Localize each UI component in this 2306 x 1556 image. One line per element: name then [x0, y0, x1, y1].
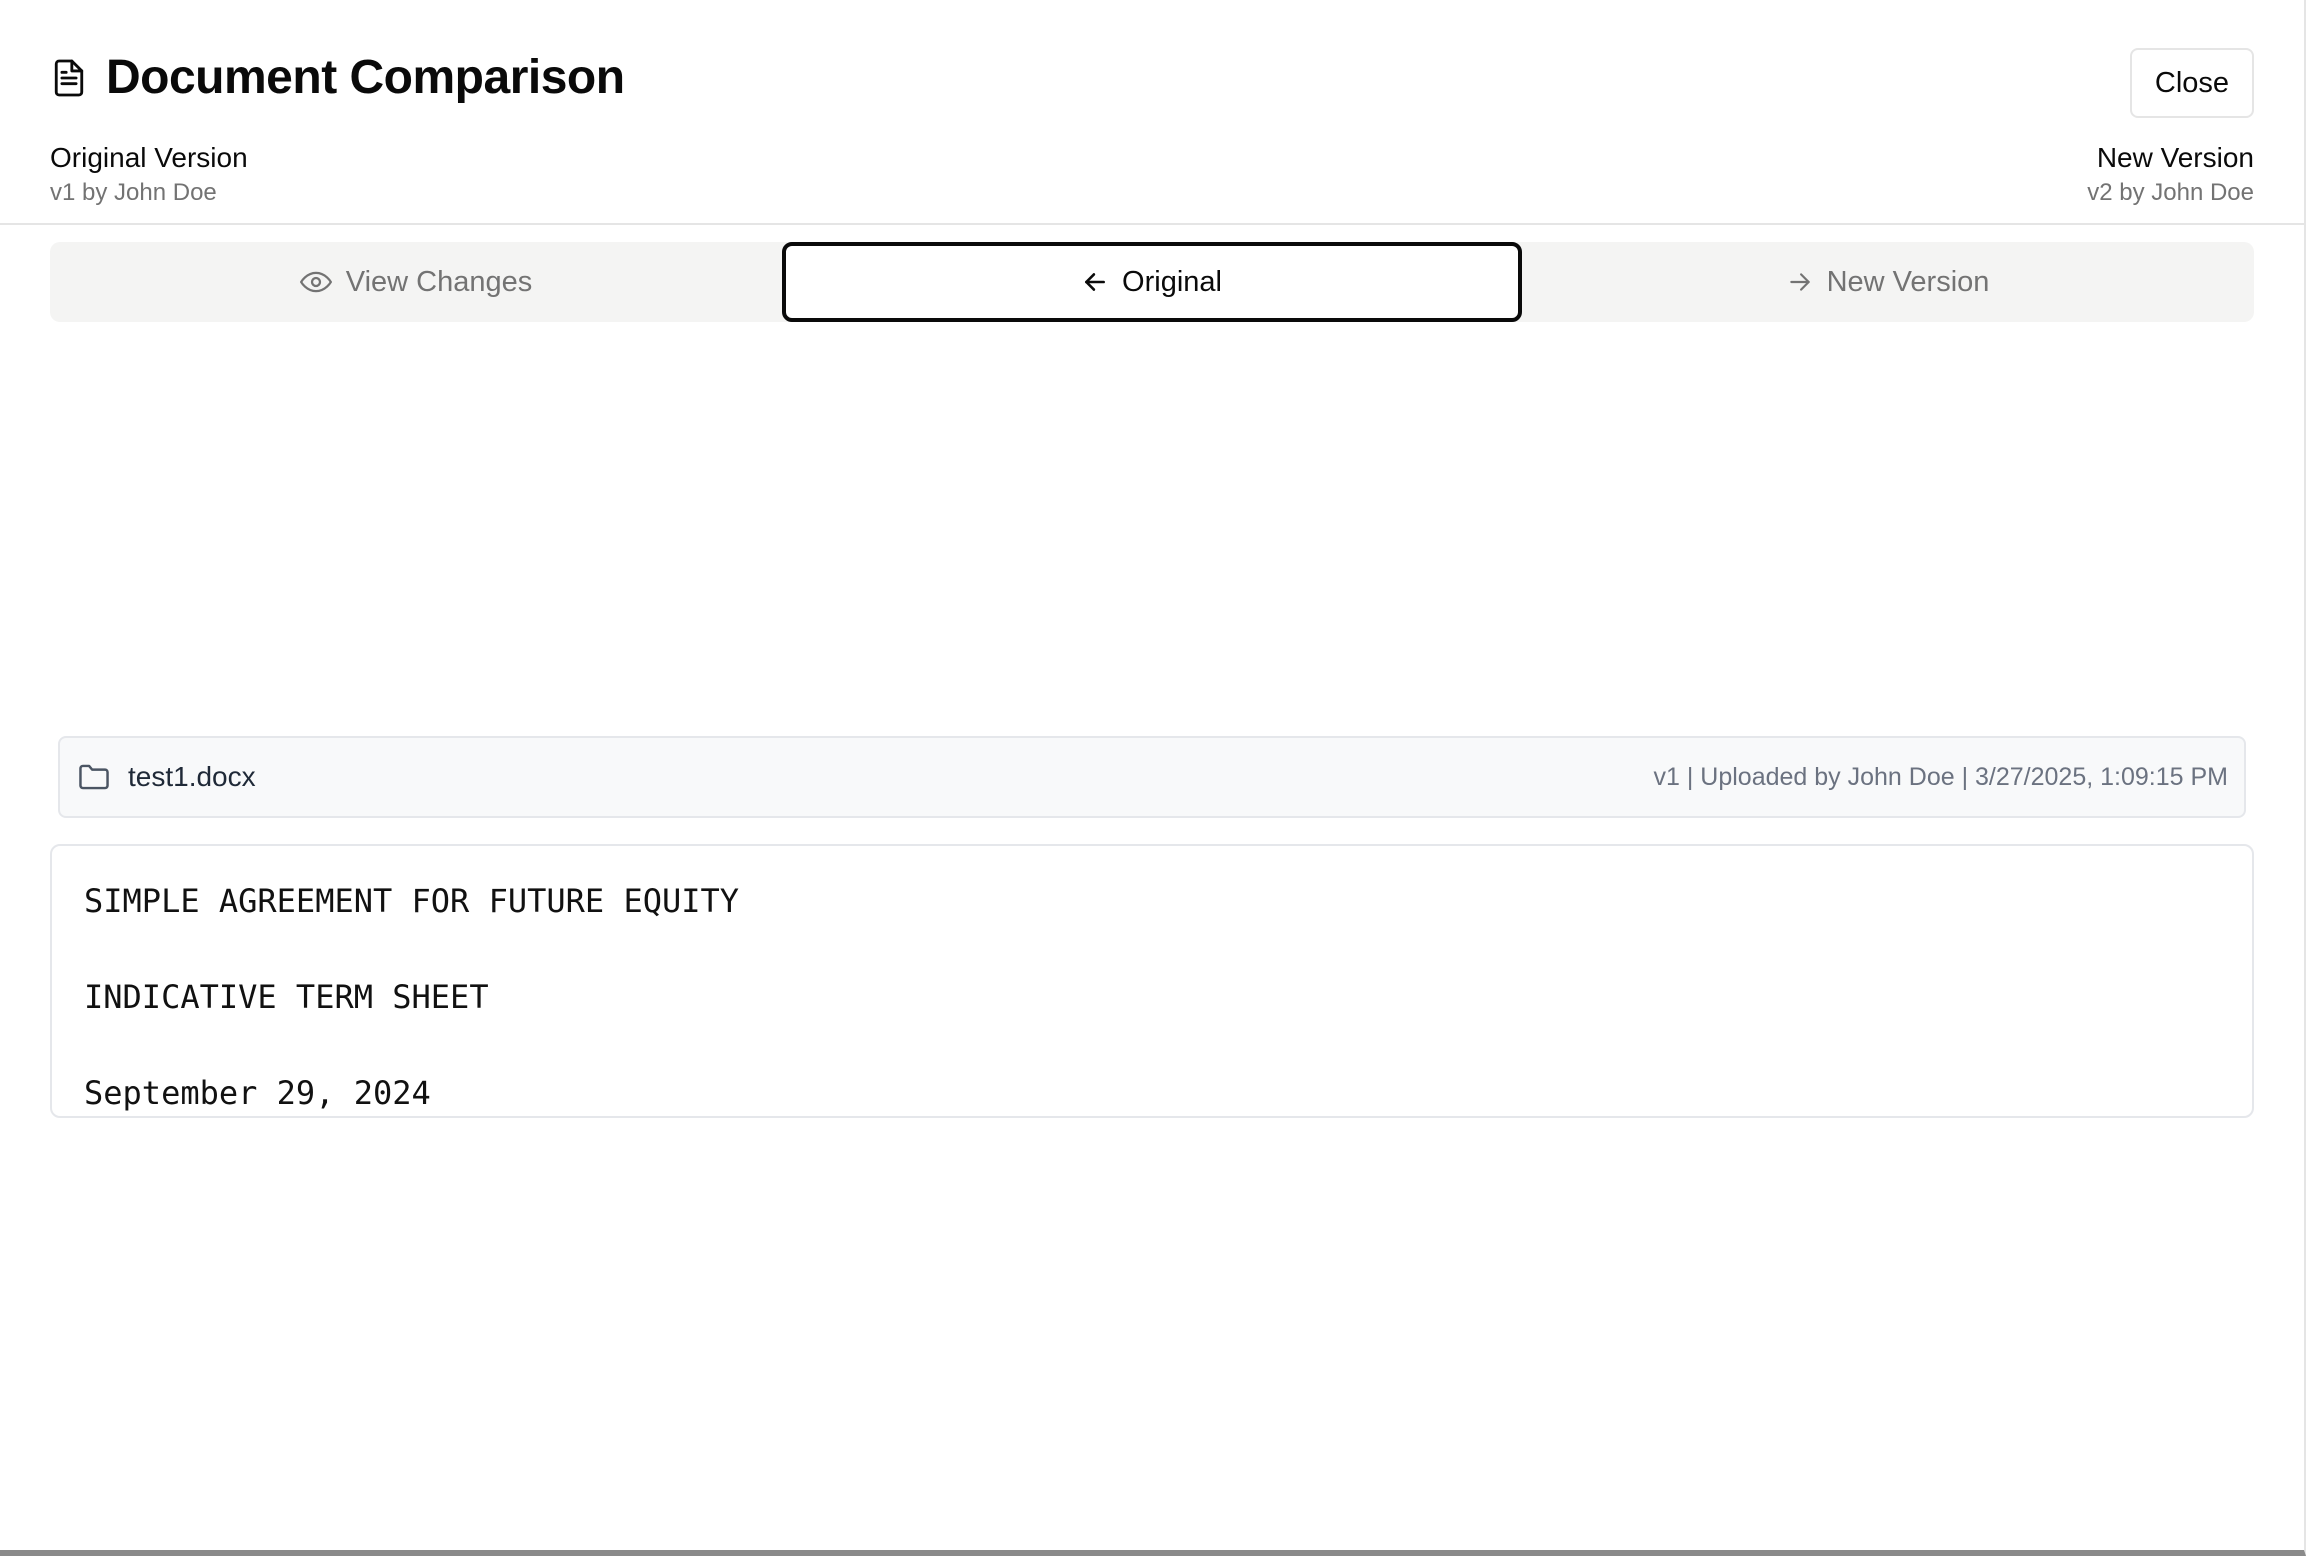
title-row: Document Comparison — [50, 50, 625, 105]
original-version-info: Original Version v1 by John Doe — [50, 140, 248, 210]
tab-view-changes[interactable]: View Changes — [50, 242, 782, 322]
tab-original-label: Original — [1122, 265, 1222, 298]
document-line: INDICATIVE TERM SHEET — [84, 978, 489, 1016]
close-button[interactable]: Close — [2130, 48, 2254, 118]
tab-original[interactable]: Original — [782, 242, 1522, 322]
new-version-author: v2 by John Doe — [2087, 179, 2254, 206]
arrow-left-icon — [1082, 269, 1108, 295]
file-info-bar: test1.docx v1 | Uploaded by John Doe | 3… — [58, 736, 2246, 818]
original-version-author: v1 by John Doe — [50, 179, 217, 206]
view-tabs: View Changes Original New Version — [50, 242, 2254, 322]
original-version-label: Original Version — [50, 142, 248, 173]
file-meta: v1 | Uploaded by John Doe | 3/27/2025, 1… — [1653, 762, 2229, 791]
tab-new-version[interactable]: New Version — [1522, 242, 2254, 322]
folder-icon — [78, 762, 112, 792]
dialog-title: Document Comparison — [106, 51, 625, 104]
document-line: SIMPLE AGREEMENT FOR FUTURE EQUITY — [84, 882, 740, 920]
new-version-info: New Version v2 by John Doe — [2087, 140, 2254, 210]
tab-view-changes-label: View Changes — [345, 265, 533, 298]
dialog-header: Document Comparison Close Original Versi… — [50, 44, 2254, 206]
tab-new-version-label: New Version — [1826, 265, 1990, 298]
new-version-label: New Version — [2096, 142, 2254, 173]
eye-icon — [299, 270, 332, 294]
file-text-icon — [50, 57, 88, 99]
file-name: test1.docx — [128, 761, 256, 792]
document-preview[interactable]: SIMPLE AGREEMENT FOR FUTURE EQUITY INDIC… — [50, 844, 2254, 1118]
arrow-right-icon — [1787, 269, 1813, 295]
comparison-dialog: Document Comparison Close Original Versi… — [0, 0, 2306, 1556]
header-divider — [0, 223, 2304, 225]
document-line: September 29, 2024 — [84, 1074, 431, 1112]
